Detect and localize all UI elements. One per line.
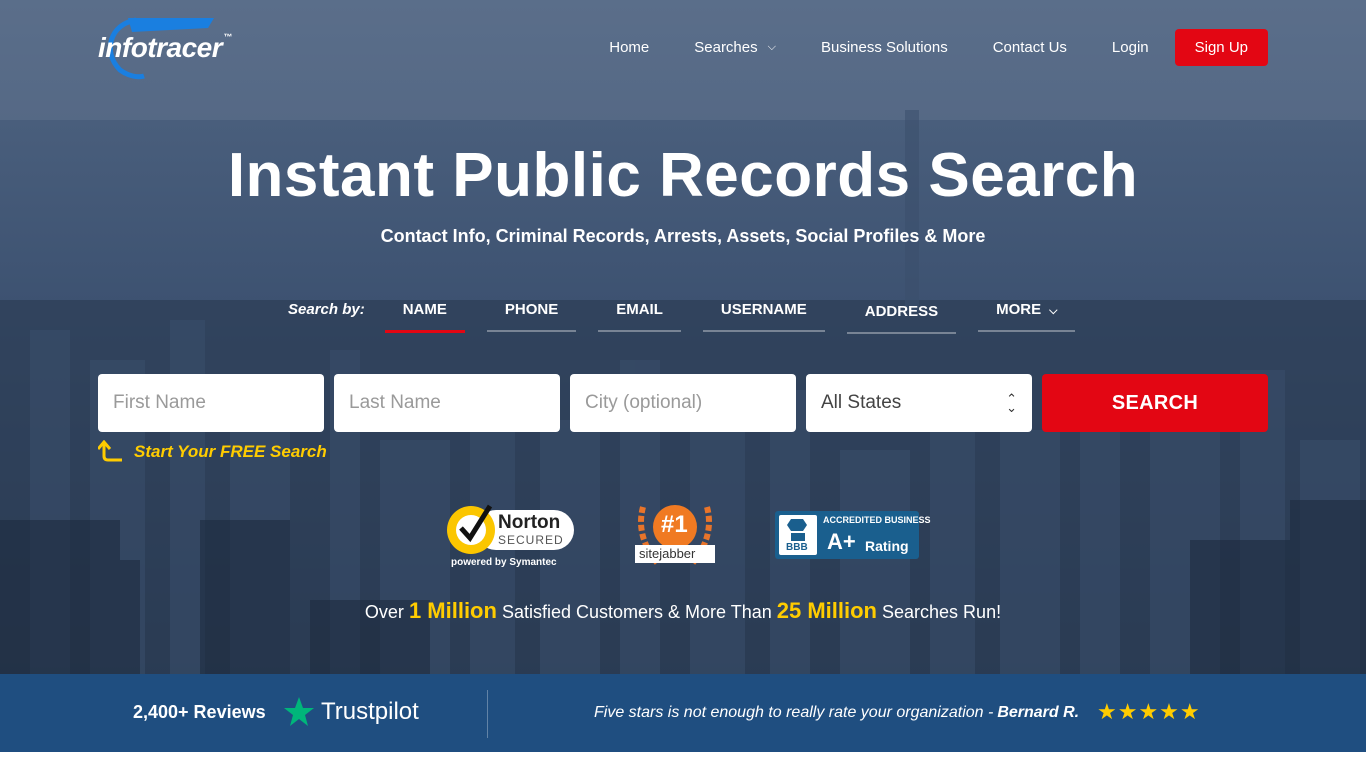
quote-author: Bernard R.	[997, 704, 1080, 721]
stats-mid: Satisfied Customers & More Than	[501, 602, 772, 622]
bbb-rating-label: Rating	[865, 538, 909, 554]
nav-searches-label: Searches	[694, 38, 758, 56]
search-by-label: Search by:	[288, 301, 365, 318]
nav-login[interactable]: Login	[1112, 39, 1149, 56]
bbb-torch-icon: BBB	[779, 515, 817, 555]
tab-username[interactable]: USERNAME	[702, 298, 825, 332]
last-name-input[interactable]	[334, 374, 560, 432]
state-select[interactable]: All States ⌃ ⌄	[806, 374, 1032, 432]
trustpilot-logo[interactable]: Trustpilot	[283, 696, 419, 728]
stats-post: Searches Run!	[882, 602, 1002, 622]
customer-stats: Over 1 Million Satisfied Customers & Mor…	[0, 598, 1366, 624]
hero-subtitle: Contact Info, Criminal Records, Arrests,…	[380, 226, 986, 246]
quote-text: Five stars is not enough to really rate …	[594, 704, 994, 721]
sign-up-button[interactable]: Sign Up	[1174, 28, 1268, 66]
search-type-tabs: Search by: NAME PHONE EMAIL USERNAME ADD…	[288, 298, 1097, 334]
chevron-down-icon: ⌵	[767, 40, 776, 53]
city-skyline-background	[0, 0, 1366, 674]
tab-name[interactable]: NAME	[384, 298, 465, 333]
first-name-input[interactable]	[98, 374, 324, 432]
nav-home[interactable]: Home	[609, 39, 649, 56]
norton-powered: powered by Symantec	[451, 557, 557, 568]
logo-wordmark: infotracer™	[98, 32, 232, 63]
norton-secured-badge: Norton SECURED powered by Symantec	[446, 500, 578, 572]
bbb-grade: A+	[827, 529, 856, 554]
free-search-prompt: Start Your FREE Search	[98, 440, 327, 464]
search-button[interactable]: SEARCH	[1042, 374, 1268, 432]
bbb-logo-text: BBB	[786, 542, 808, 553]
bbb-accredited-badge: BBB ACCREDITED BUSINESS A+ Rating	[775, 511, 931, 559]
free-search-text: Start Your FREE Search	[134, 442, 327, 461]
stats-searches: 25 Million	[776, 598, 877, 623]
curved-arrow-up-icon	[98, 440, 122, 462]
sitejabber-badge: #1 sitejabber	[633, 497, 717, 572]
hero-title: Instant Public Records Search	[227, 141, 1139, 210]
tab-address[interactable]: ADDRESS	[846, 298, 957, 334]
sitejabber-rank: #1	[661, 511, 688, 538]
bbb-flame-icon	[787, 519, 807, 541]
norton-name: Norton	[498, 512, 561, 533]
city-input[interactable]	[570, 374, 796, 432]
stats-customers: 1 Million	[408, 598, 497, 623]
tab-email[interactable]: EMAIL	[598, 298, 681, 332]
testimonial-quote: Five stars is not enough to really rate …	[594, 704, 1079, 722]
tab-phone[interactable]: PHONE	[486, 298, 577, 332]
tab-more-label: MORE	[996, 301, 1042, 318]
top-navigation: Home Searches ⌵ Business Solutions Conta…	[564, 28, 1268, 66]
bbb-accredited-text: ACCREDITED BUSINESS	[823, 515, 931, 525]
select-arrows-icon: ⌃ ⌄	[1006, 391, 1017, 415]
chevron-down-icon: ⌵	[1049, 305, 1058, 317]
norton-secured: SECURED	[498, 533, 564, 547]
state-select-value: All States	[821, 392, 902, 413]
trustpilot-name: Trustpilot	[321, 698, 419, 725]
stats-pre: Over	[364, 602, 404, 622]
infotracer-logo[interactable]: infotracer™	[98, 14, 268, 82]
trustpilot-star-icon	[284, 697, 314, 726]
reviews-count[interactable]: 2,400+ Reviews	[133, 702, 266, 723]
nav-contact-us[interactable]: Contact Us	[993, 39, 1067, 56]
hero-section: infotracer™ Home Searches ⌵ Business Sol…	[0, 0, 1366, 674]
sitejabber-name: sitejabber	[639, 546, 696, 561]
divider	[487, 690, 488, 738]
reviews-bar: 2,400+ Reviews Trustpilot Five stars is …	[0, 674, 1366, 752]
tab-more[interactable]: MORE ⌵	[978, 298, 1076, 332]
five-star-rating-icon: ★★★★★	[1097, 699, 1201, 724]
nav-business-solutions[interactable]: Business Solutions	[821, 39, 948, 56]
nav-searches[interactable]: Searches ⌵	[694, 39, 776, 56]
